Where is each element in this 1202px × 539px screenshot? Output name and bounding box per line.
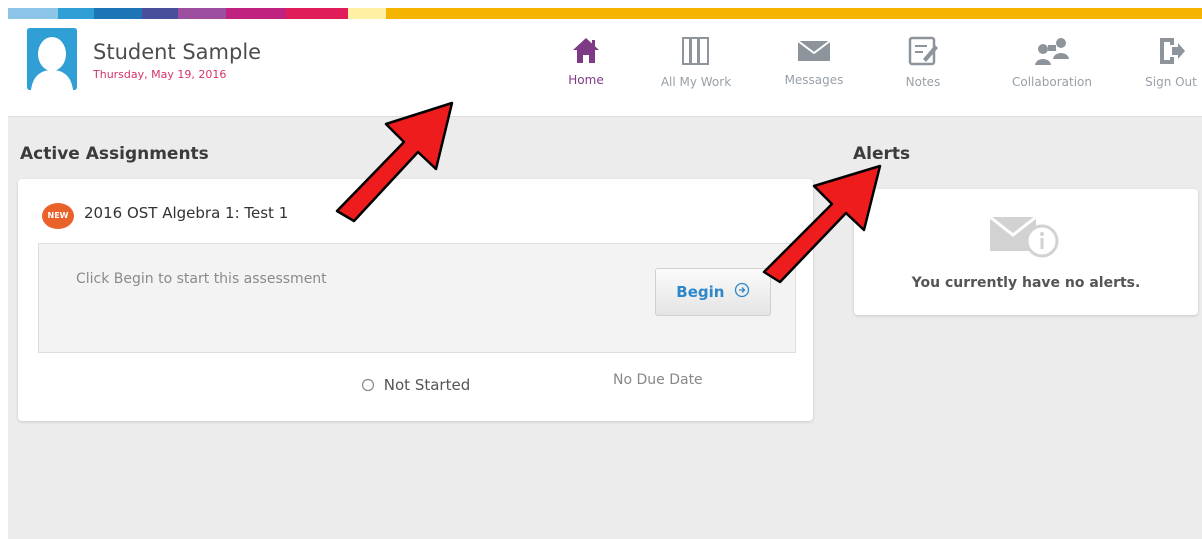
nav-messages[interactable]: Messages [774, 35, 854, 87]
user-name: Student Sample [93, 40, 262, 64]
new-badge: NEW [42, 203, 74, 229]
notes-icon [893, 35, 953, 70]
nav-sign-out-label: Sign Out [1145, 75, 1197, 89]
sign-out-icon [1140, 35, 1202, 70]
app-header: Student Sample Thursday, May 19, 2016 Ho… [8, 19, 1202, 117]
color-strip [8, 8, 1202, 19]
begin-hint: Click Begin to start this assessment [76, 271, 327, 287]
nav-collaboration-label: Collaboration [1012, 75, 1092, 89]
nav-home-label: Home [568, 73, 604, 87]
collaboration-icon [997, 35, 1107, 70]
current-date: Thursday, May 19, 2016 [93, 68, 227, 81]
nav-all-my-work-label: All My Work [660, 75, 732, 89]
nav-sign-out[interactable]: Sign Out [1140, 35, 1202, 89]
assignment-status: Not Started [361, 376, 470, 396]
status-text: Not Started [383, 376, 471, 394]
active-assignments-heading: Active Assignments [20, 144, 209, 164]
arrow-circle-icon [734, 270, 750, 316]
envelope-icon [774, 35, 854, 68]
nav-home[interactable]: Home [556, 35, 616, 87]
due-date: No Due Date [613, 372, 703, 388]
mail-info-icon [988, 211, 1064, 263]
home-icon [556, 35, 616, 68]
red-arrow-annotation [335, 101, 454, 223]
nav-collaboration[interactable]: Collaboration [997, 35, 1107, 89]
dashboard-main: Active Assignments Alerts NEW 2016 OST A… [8, 117, 1202, 539]
begin-button-label: Begin [676, 283, 725, 301]
nav-notes-label: Notes [905, 75, 941, 89]
red-arrow-annotation [762, 164, 882, 284]
assignment-title[interactable]: 2016 OST Algebra 1: Test 1 [84, 204, 288, 222]
assignment-details-panel: Click Begin to start this assessment Beg… [38, 243, 796, 353]
nav-notes[interactable]: Notes [893, 35, 953, 89]
status-circle-icon [361, 378, 375, 396]
nav-messages-label: Messages [784, 73, 844, 87]
avatar[interactable] [27, 28, 77, 90]
nav-all-my-work[interactable]: All My Work [651, 35, 741, 89]
books-icon [651, 35, 741, 70]
